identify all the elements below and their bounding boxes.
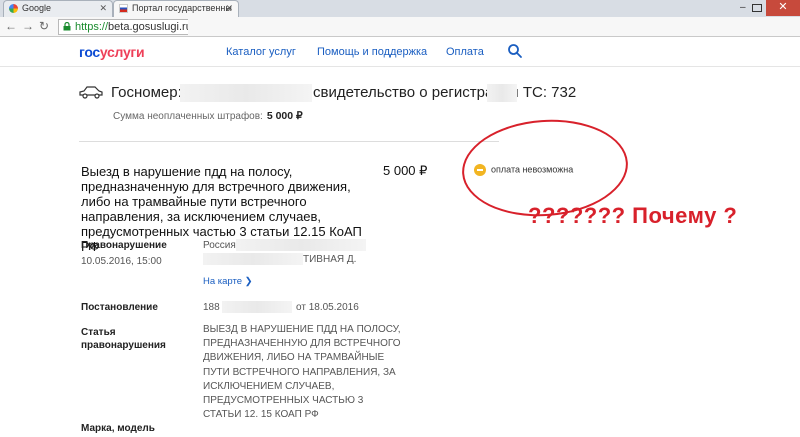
annotation-text: ??????? Почему ? bbox=[528, 203, 738, 228]
tab-close-icon[interactable]: ✕ bbox=[225, 1, 233, 16]
redacted-place bbox=[236, 239, 366, 251]
decree-number-prefix: 188 bbox=[203, 302, 220, 313]
lock-icon bbox=[63, 22, 71, 31]
logo-part-uslugi: услуги bbox=[99, 44, 145, 60]
article-label-cont: правонарушения bbox=[81, 340, 166, 351]
forward-icon[interactable]: → bbox=[22, 19, 34, 34]
tab-title: Портал государственны bbox=[132, 3, 232, 13]
search-icon[interactable] bbox=[507, 43, 523, 59]
decree-label: Постановление bbox=[81, 302, 158, 313]
article-text: ВЫЕЗД В НАРУШЕНИЕ ПДД НА ПОЛОСУ, ПРЕДНАЗ… bbox=[203, 324, 401, 421]
gosuslugi-logo[interactable]: госуслуги bbox=[79, 44, 145, 60]
site-header: госуслуги Каталог услуг Помощь и поддерж… bbox=[0, 37, 800, 67]
offense-place-line1: Россия bbox=[203, 240, 236, 251]
russia-flag-icon bbox=[119, 4, 128, 13]
offense-date: 10.05.2016, 15:00 bbox=[81, 256, 162, 267]
google-favicon-icon bbox=[9, 4, 18, 13]
nav-payment[interactable]: Оплата bbox=[446, 46, 484, 58]
url-host: beta.gosuslugi.ru/ bbox=[108, 21, 188, 33]
address-bar: ← → ↻ https://beta.gosuslugi.ru/1( bbox=[0, 17, 800, 37]
unpaid-fines-label: Сумма неоплаченных штрафов: bbox=[113, 111, 263, 122]
redacted-doc-number bbox=[487, 84, 517, 102]
car-icon bbox=[79, 86, 103, 99]
model-label: Марка, модель bbox=[81, 423, 155, 434]
window-close-button[interactable]: ✕ bbox=[766, 0, 800, 16]
unpaid-fines-value: 5 000 ₽ bbox=[266, 110, 303, 122]
violation-amount: 5 000 ₽ bbox=[383, 163, 428, 178]
divider bbox=[79, 141, 499, 142]
back-icon[interactable]: ← bbox=[5, 19, 17, 34]
browser-tabbar: Google ✕ Портал государственны ✕ – ✕ bbox=[0, 0, 800, 17]
article-label: Статья bbox=[81, 327, 116, 338]
nav-help[interactable]: Помощь и поддержка bbox=[317, 46, 427, 58]
redacted-plate bbox=[180, 84, 312, 102]
redacted-decree-number bbox=[222, 301, 292, 313]
tab-title: Google bbox=[22, 3, 52, 13]
map-link[interactable]: На карте ❯ bbox=[203, 276, 253, 287]
tab-gosuslugi[interactable]: Портал государственны ✕ bbox=[113, 0, 239, 17]
minimize-icon[interactable]: – bbox=[740, 0, 746, 15]
nav-catalog[interactable]: Каталог услуг bbox=[226, 46, 296, 58]
tab-close-icon[interactable]: ✕ bbox=[99, 1, 107, 16]
plate-label: Госномер: bbox=[111, 84, 182, 101]
offense-place-line2: ТИВНАЯ Д. bbox=[303, 254, 357, 265]
decree-date: от 18.05.2016 bbox=[296, 302, 359, 313]
unpaid-fines-sum: Сумма неоплаченных штрафов: 5 000 ₽ bbox=[113, 110, 303, 122]
url-scheme: https:// bbox=[75, 21, 109, 33]
maximize-icon[interactable] bbox=[752, 4, 762, 12]
redacted-place bbox=[203, 253, 303, 265]
registration-doc: свидетельство о регистрации ТС: 732 bbox=[313, 84, 577, 101]
offense-label: Правонарушение bbox=[81, 240, 167, 251]
url-input[interactable]: https://beta.gosuslugi.ru/1( bbox=[58, 19, 188, 35]
reload-icon[interactable]: ↻ bbox=[39, 19, 49, 34]
tab-google[interactable]: Google ✕ bbox=[3, 0, 113, 17]
logo-part-gos: гос bbox=[79, 44, 100, 60]
